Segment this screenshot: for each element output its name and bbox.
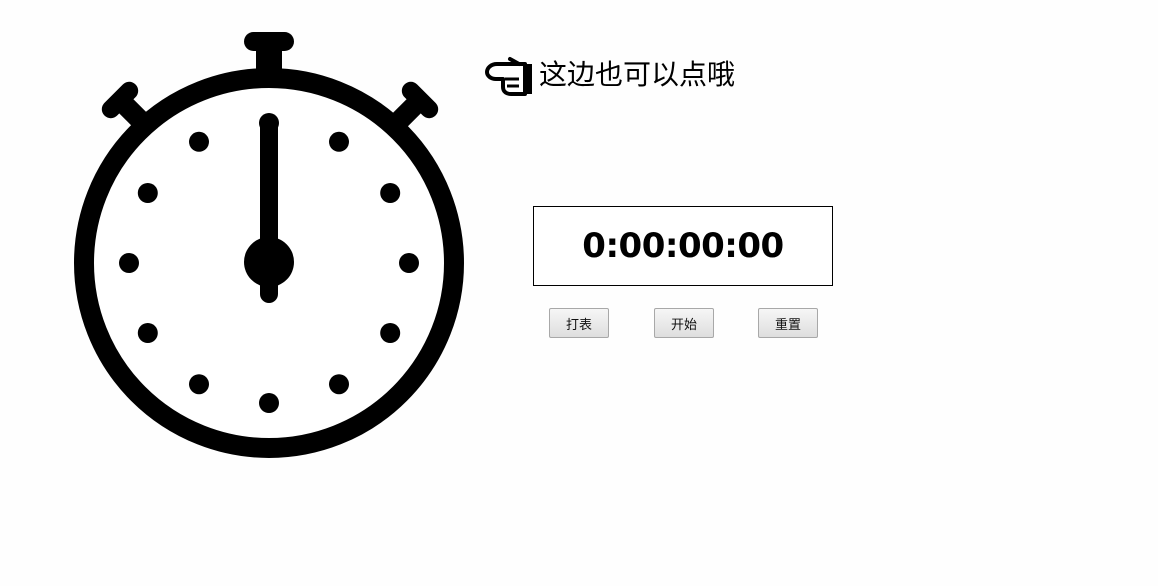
lap-button[interactable]: 打表 [549,308,609,338]
dial-dot [380,183,401,203]
time-display: 0:00:00:00 [533,206,833,286]
hint-text: 这边也可以点哦 [539,58,736,91]
dial-dot [137,183,158,203]
dial-dot [329,374,349,395]
dial-dot [119,253,139,273]
hint[interactable]: 这边也可以点哦 [483,50,735,100]
dial-dot [329,131,349,152]
reset-button[interactable]: 重置 [758,308,818,338]
dial-dot [380,323,401,343]
dial-dot [189,374,209,395]
stopwatch-app: 这边也可以点哦 0:00:00:00 打表 开始 重置 [0,0,1158,586]
time-display-text: 0:00:00:00 [582,226,784,266]
stopwatch-icon[interactable] [70,28,470,464]
dial-dot [137,323,158,343]
dial-dot [189,131,209,152]
dial-dot [259,393,279,413]
pointing-hand-icon [485,57,532,96]
start-button[interactable]: 开始 [654,308,714,338]
dial-dot [399,253,419,273]
stopwatch-hub [244,237,294,287]
